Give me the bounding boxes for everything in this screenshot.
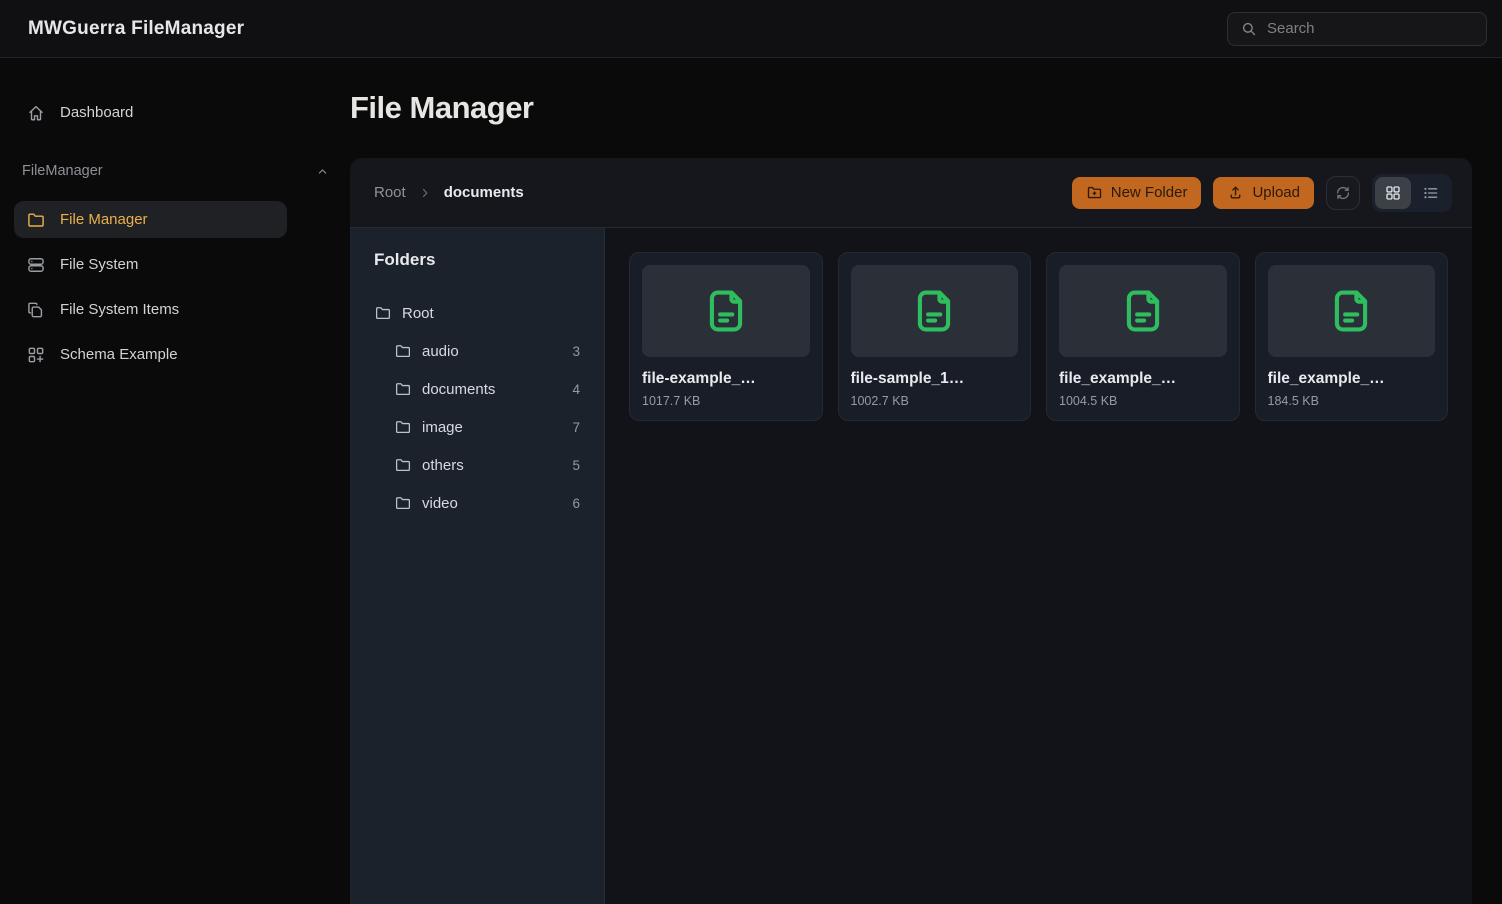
sidebar-section-label: FileManager (22, 163, 103, 179)
search-input[interactable] (1267, 20, 1474, 37)
document-icon (908, 285, 960, 337)
tree-item-audio[interactable]: audio 3 (374, 332, 580, 370)
list-view-button[interactable] (1413, 177, 1449, 209)
server-icon (26, 255, 46, 275)
folders-panel: Folders Root (350, 228, 605, 904)
tree-item-label: audio (422, 343, 459, 360)
sidebar-item-dashboard[interactable]: Dashboard (14, 94, 287, 131)
shell: Dashboard FileManager File Manager (0, 58, 1502, 904)
folder-icon (394, 456, 412, 474)
tree-item-count: 7 (572, 420, 580, 435)
new-folder-label: New Folder (1111, 184, 1188, 201)
sidebar-item-label: File System (60, 256, 138, 273)
files-grid: file-example_… 1017.7 KB (605, 228, 1472, 904)
sidebar: Dashboard FileManager File Manager (0, 58, 350, 904)
file-name: file-example_… (642, 370, 810, 388)
upload-button[interactable]: Upload (1213, 177, 1314, 209)
file-thumbnail (851, 265, 1019, 357)
sidebar-item-schema-example[interactable]: Schema Example (14, 336, 287, 373)
upload-label: Upload (1252, 184, 1300, 201)
main-content: File Manager Root documents (350, 58, 1502, 904)
tree-item-label: Root (402, 305, 434, 322)
file-name: file_example_… (1059, 370, 1227, 388)
file-size: 1002.7 KB (851, 394, 1019, 408)
file-thumbnail (1059, 265, 1227, 357)
tree-item-count: 3 (572, 344, 580, 359)
grid-plus-icon (26, 345, 46, 365)
toolbar: New Folder Upload (1072, 174, 1452, 212)
file-size: 1017.7 KB (642, 394, 810, 408)
chevron-up-icon (315, 164, 330, 179)
tree-item-label: others (422, 457, 464, 474)
tree-item-label: documents (422, 381, 495, 398)
app-root: MWGuerra FileManager Dashboard (0, 0, 1502, 904)
file-card[interactable]: file_example_… 184.5 KB (1255, 252, 1449, 421)
file-card[interactable]: file-example_… 1017.7 KB (629, 252, 823, 421)
upload-icon (1227, 184, 1244, 201)
file-name: file_example_… (1268, 370, 1436, 388)
tree-item-label: image (422, 419, 463, 436)
tree-item-documents[interactable]: documents 4 (374, 370, 580, 408)
search-box[interactable] (1227, 12, 1487, 46)
sidebar-item-file-system-items[interactable]: File System Items (14, 291, 287, 328)
document-icon (1117, 285, 1169, 337)
document-icon (1325, 285, 1377, 337)
refresh-button[interactable] (1326, 176, 1360, 210)
breadcrumb-root[interactable]: Root (374, 184, 406, 201)
new-folder-button[interactable]: New Folder (1072, 177, 1202, 209)
folder-icon (394, 380, 412, 398)
grid-view-icon (1384, 184, 1402, 202)
refresh-icon (1334, 184, 1352, 202)
breadcrumb: Root documents (374, 184, 524, 201)
list-view-icon (1422, 184, 1440, 202)
sidebar-item-file-system[interactable]: File System (14, 246, 287, 283)
tree-item-count: 6 (572, 496, 580, 511)
tree-item-others[interactable]: others 5 (374, 446, 580, 484)
chevron-right-icon (418, 186, 432, 200)
tree-item-video[interactable]: video 6 (374, 484, 580, 522)
panel-body: Folders Root (350, 228, 1472, 904)
tree-item-image[interactable]: image 7 (374, 408, 580, 446)
sidebar-item-label: File Manager (60, 211, 148, 228)
app-title: MWGuerra FileManager (28, 18, 244, 40)
folder-icon (374, 304, 392, 322)
copy-pages-icon (26, 300, 46, 320)
file-manager-panel: Root documents (350, 158, 1472, 904)
file-size: 184.5 KB (1268, 394, 1436, 408)
folder-icon (394, 494, 412, 512)
sidebar-item-label: File System Items (60, 301, 179, 318)
tree-item-count: 5 (572, 458, 580, 473)
home-icon (26, 103, 46, 123)
sidebar-item-label: Dashboard (60, 104, 133, 121)
sidebar-item-label: Schema Example (60, 346, 178, 363)
sidebar-section-filemanager[interactable]: FileManager (22, 163, 330, 179)
tree-item-root[interactable]: Root (374, 294, 580, 332)
file-card[interactable]: file-sample_1… 1002.7 KB (838, 252, 1032, 421)
tree-item-label: video (422, 495, 458, 512)
file-thumbnail (642, 265, 810, 357)
grid-view-button[interactable] (1375, 177, 1411, 209)
folder-icon (394, 342, 412, 360)
file-name: file-sample_1… (851, 370, 1019, 388)
breadcrumb-current: documents (444, 184, 524, 201)
folders-title: Folders (374, 250, 580, 270)
file-thumbnail (1268, 265, 1436, 357)
folder-icon (26, 210, 46, 230)
page-title: File Manager (350, 90, 1472, 126)
topbar: MWGuerra FileManager (0, 0, 1502, 58)
panel-header: Root documents (350, 158, 1472, 228)
document-icon (700, 285, 752, 337)
sidebar-item-file-manager[interactable]: File Manager (14, 201, 287, 238)
search-icon (1240, 20, 1258, 38)
folder-icon (394, 418, 412, 436)
tree-item-count: 4 (572, 382, 580, 397)
file-size: 1004.5 KB (1059, 394, 1227, 408)
folder-plus-icon (1086, 184, 1103, 201)
view-toggle (1372, 174, 1452, 212)
file-card[interactable]: file_example_… 1004.5 KB (1046, 252, 1240, 421)
